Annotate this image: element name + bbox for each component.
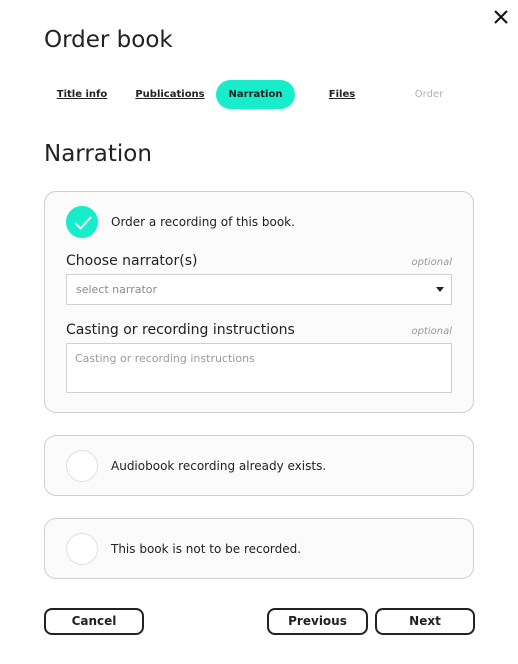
instructions-textarea[interactable] [66,343,452,393]
chevron-down-icon [436,287,444,292]
tab-narration[interactable]: Narration [216,80,295,109]
previous-button[interactable]: Previous [267,608,368,635]
option-card-order-recording: Order a recording of this book. Choose n… [44,191,474,413]
order-recording-label: Order a recording of this book. [111,215,295,229]
not-recorded-radio[interactable] [66,533,98,565]
tab-order: Order [414,89,444,100]
narrator-select-placeholder: select narrator [76,283,158,296]
not-recorded-label: This book is not to be recorded. [111,542,302,556]
step-tabs: Title info Publications Narration Files … [44,80,476,109]
cancel-button[interactable]: Cancel [44,608,144,635]
tab-title-info[interactable]: Title info [52,80,112,109]
instructions-optional-hint: optional [411,326,452,337]
already-exists-radio[interactable] [66,450,98,482]
narrator-select[interactable]: select narrator [66,274,452,305]
narrator-label: Choose narrator(s) [66,253,198,269]
option-card-not-recorded: This book is not to be recorded. [44,518,474,579]
already-exists-label: Audiobook recording already exists. [111,459,327,473]
tab-files[interactable]: Files [324,80,360,109]
narrator-optional-hint: optional [411,257,452,268]
checkmark-icon [74,216,92,230]
order-recording-radio[interactable] [66,206,98,238]
close-icon [494,10,508,24]
next-button[interactable]: Next [375,608,475,635]
section-title: Narration [44,141,152,167]
tab-publications[interactable]: Publications [135,80,205,109]
close-button[interactable] [490,6,512,28]
dialog-title: Order book [44,27,173,53]
option-card-already-exists: Audiobook recording already exists. [44,435,474,496]
instructions-label: Casting or recording instructions [66,322,295,338]
